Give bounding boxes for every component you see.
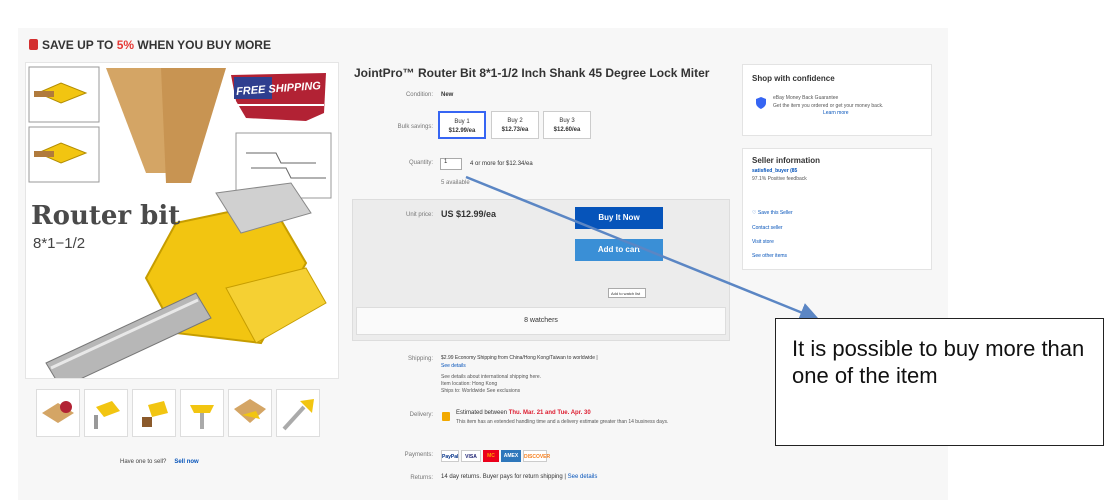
annotation-callout: It is possible to buy more than one of t… — [775, 318, 1104, 446]
callout-text: It is possible to buy more than one of t… — [792, 336, 1085, 388]
